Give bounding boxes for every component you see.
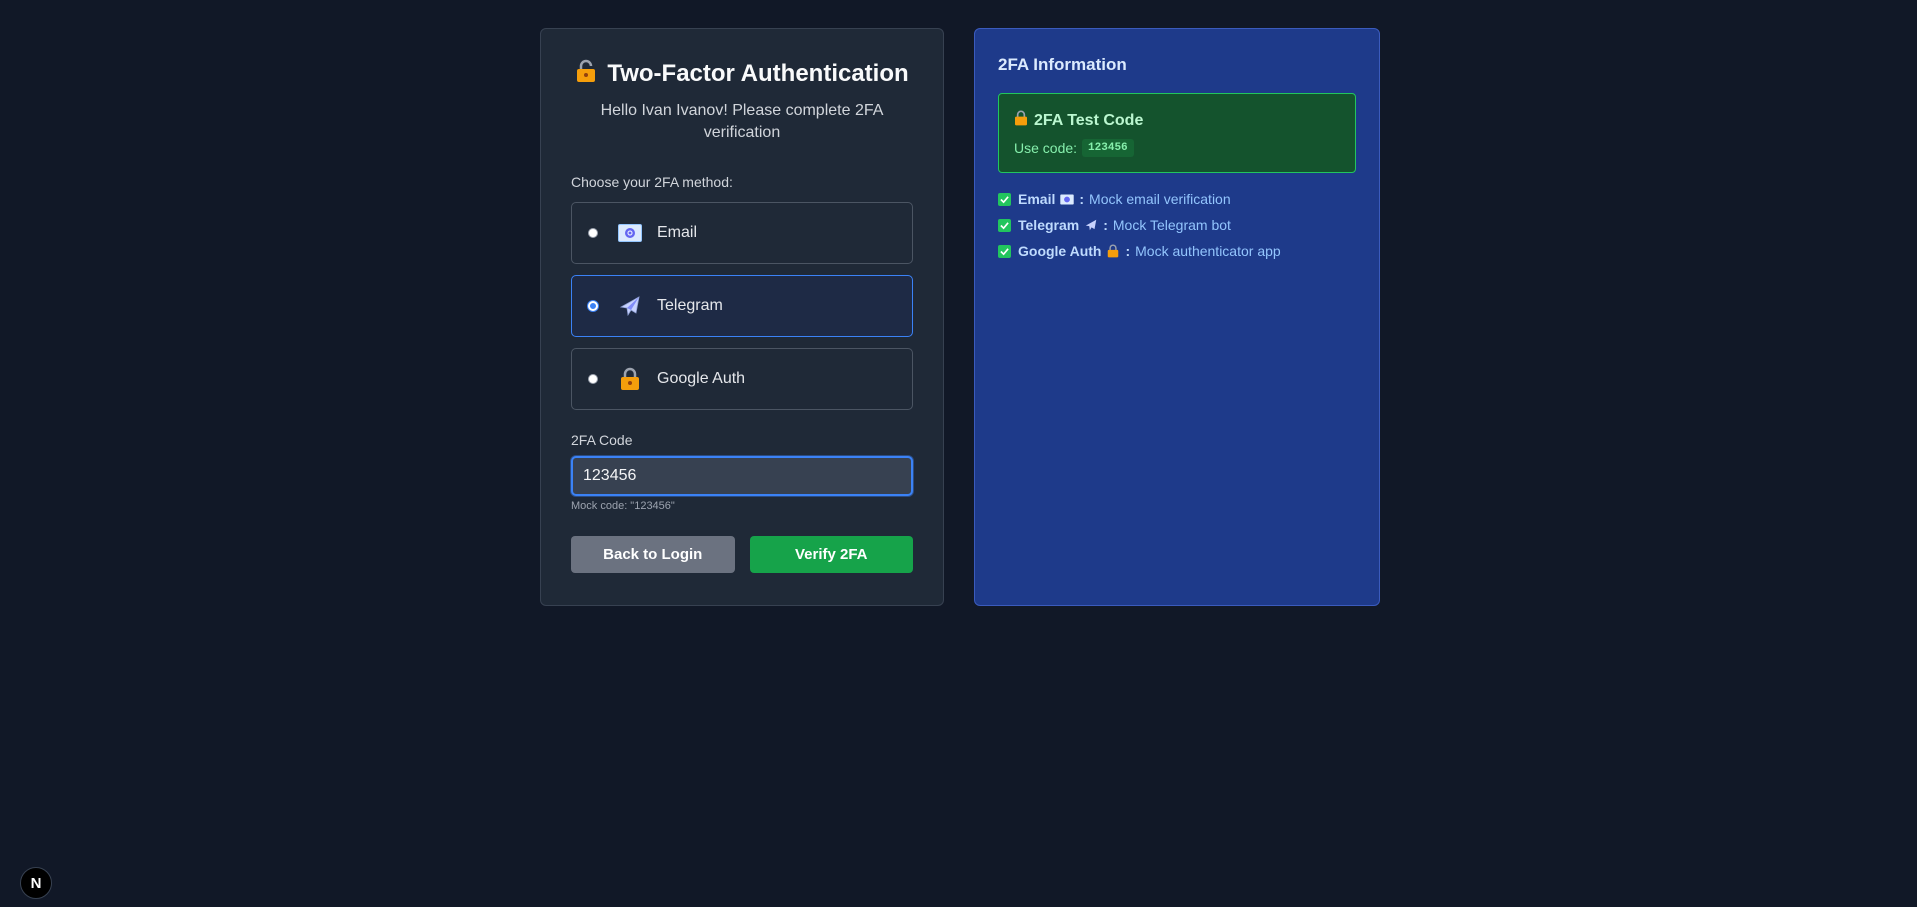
test-code-title: 2FA Test Code (1034, 111, 1144, 129)
feature-separator: : (1103, 217, 1108, 233)
lock-icon (618, 367, 642, 391)
mock-code-hint: Mock code: "123456" (571, 500, 675, 512)
feature-item-google-auth: Google Auth : Mock authenticator app (998, 242, 1356, 260)
feature-desc: Mock authenticator app (1135, 243, 1281, 259)
method-option-google-auth[interactable]: Google Auth (571, 348, 913, 410)
info-title: 2FA Information (998, 55, 1127, 74)
feature-desc: Mock email verification (1089, 191, 1231, 207)
method-option-telegram[interactable]: Telegram (571, 275, 913, 337)
check-icon (998, 218, 1011, 232)
airplane-icon (618, 294, 642, 318)
feature-list: Email : Mock email verification Telegram… (998, 190, 1356, 260)
feature-item-email: Email : Mock email verification (998, 190, 1356, 208)
feature-name: Email (1018, 191, 1056, 207)
feature-name: Telegram (1018, 217, 1080, 233)
email-icon (618, 221, 642, 245)
action-buttons: Back to Login Verify 2FA (571, 536, 913, 573)
test-code-box: 2FA Test Code Use code: 123456 (998, 93, 1356, 173)
lock-icon (1106, 244, 1120, 258)
title-row: Two-Factor Authentication (571, 59, 913, 88)
method-prompt: Choose your 2FA method: (571, 174, 733, 190)
page: Two-Factor Authentication Hello Ivan Iva… (0, 0, 1917, 907)
feature-desc: Mock Telegram bot (1112, 217, 1231, 233)
lock-icon (1014, 110, 1028, 131)
code-field-label: 2FA Code (571, 432, 633, 448)
method-label-email: Email (657, 224, 698, 241)
feature-separator: : (1079, 191, 1085, 207)
feature-item-telegram: Telegram : Mock Telegram bot (998, 216, 1356, 234)
code-input[interactable] (571, 456, 913, 496)
check-icon (998, 244, 1011, 258)
test-title-row: 2FA Test Code (1014, 110, 1340, 131)
use-code-label: Use code: (1014, 140, 1078, 156)
method-option-email[interactable]: Email (571, 202, 913, 264)
check-icon (998, 192, 1011, 206)
telegram-radio[interactable] (588, 301, 598, 311)
google-auth-radio[interactable] (588, 374, 598, 384)
info-panel: 2FA Information 2FA Test Code Use code: … (974, 28, 1380, 606)
back-to-login-button[interactable]: Back to Login (571, 536, 735, 573)
method-label-google-auth: Google Auth (657, 370, 746, 387)
test-code-chip: 123456 (1082, 139, 1134, 157)
email-icon (1060, 192, 1075, 206)
two-factor-card: Two-Factor Authentication Hello Ivan Iva… (540, 28, 944, 606)
airplane-icon (1084, 218, 1098, 232)
feature-separator: : (1125, 243, 1131, 259)
test-code-row: Use code: 123456 (1014, 139, 1340, 157)
feature-name: Google Auth (1018, 243, 1102, 259)
verify-button[interactable]: Verify 2FA (749, 536, 913, 573)
page-title: Two-Factor Authentication (607, 59, 909, 87)
greeting-subtitle: Hello Ivan Ivanov! Please complete 2FA v… (600, 102, 884, 141)
email-radio[interactable] (588, 228, 598, 238)
dev-tools-badge[interactable]: N (20, 867, 52, 899)
method-label-telegram: Telegram (657, 297, 723, 314)
lock-icon (575, 59, 597, 88)
